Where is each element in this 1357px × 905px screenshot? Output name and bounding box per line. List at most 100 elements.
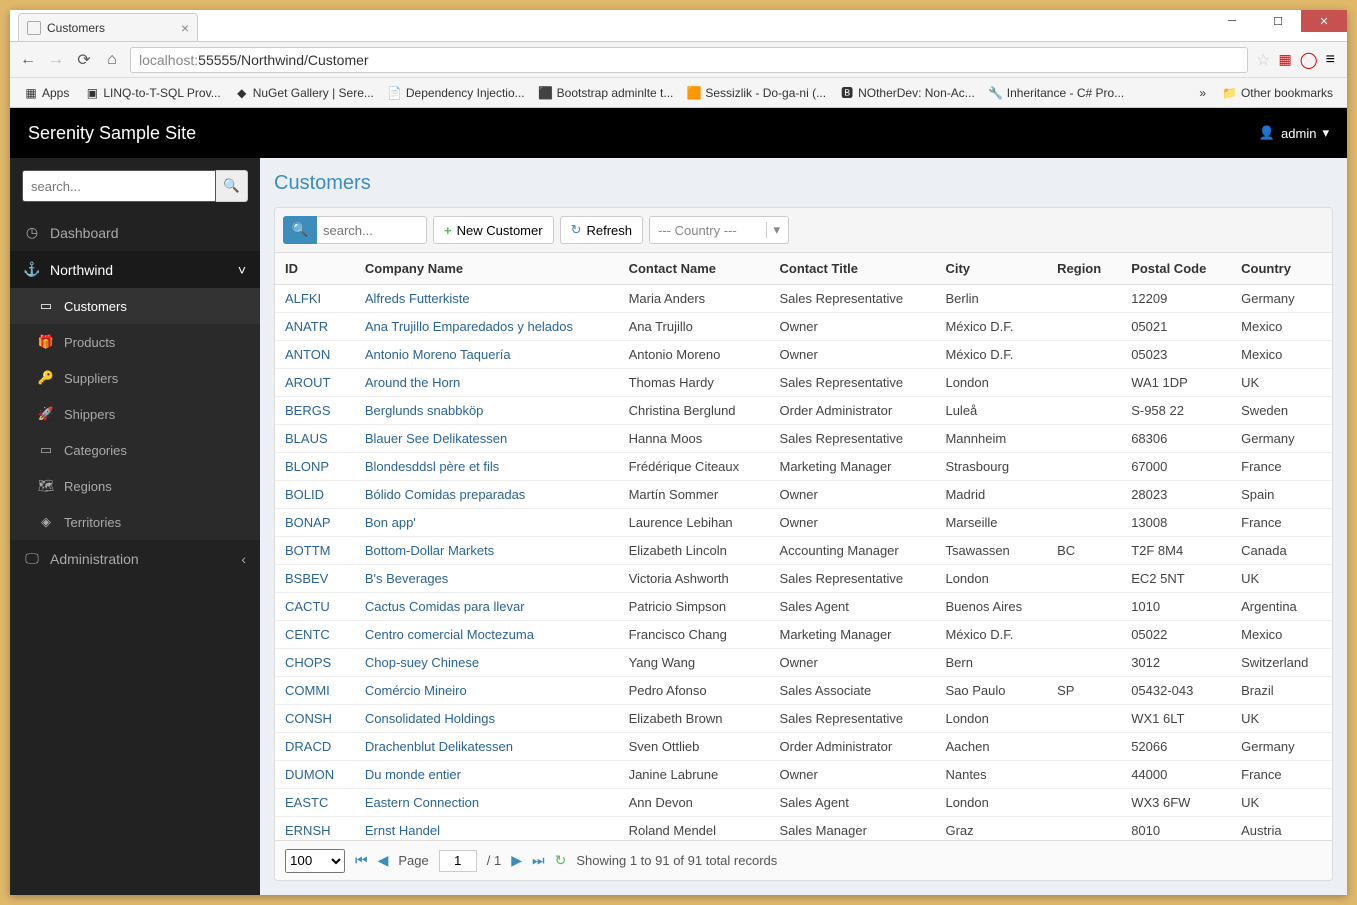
grid-search-button[interactable]: 🔍: [283, 216, 317, 244]
sidebar-item-categories[interactable]: ▭Categories: [10, 432, 260, 468]
table-row[interactable]: BLONPBlondesddsl père et filsFrédérique …: [275, 453, 1332, 481]
table-row[interactable]: COMMIComércio MineiroPedro AfonsoSales A…: [275, 677, 1332, 705]
sidebar-item-shippers[interactable]: 🚀Shippers: [10, 396, 260, 432]
table-cell[interactable]: Comércio Mineiro: [355, 677, 619, 705]
table-cell[interactable]: Chop-suey Chinese: [355, 649, 619, 677]
sidebar-item-territories[interactable]: ◈Territories: [10, 504, 260, 540]
table-row[interactable]: DRACDDrachenblut DelikatessenSven Ottlie…: [275, 733, 1332, 761]
grid-search-input[interactable]: [317, 216, 427, 244]
sidebar-item-suppliers[interactable]: 🔑Suppliers: [10, 360, 260, 396]
home-button[interactable]: ⌂: [102, 50, 122, 70]
column-header[interactable]: Contact Name: [619, 253, 770, 285]
table-cell[interactable]: Ana Trujillo Emparedados y helados: [355, 313, 619, 341]
table-cell[interactable]: B's Beverages: [355, 565, 619, 593]
address-bar[interactable]: localhost:55555/Northwind/Customer: [130, 47, 1248, 73]
table-row[interactable]: BOLIDBólido Comidas preparadasMartín Som…: [275, 481, 1332, 509]
table-cell[interactable]: Alfreds Futterkiste: [355, 285, 619, 313]
bookmark-item[interactable]: ⬛Bootstrap adminlte t...: [533, 84, 680, 102]
bookmark-item[interactable]: ◆NuGet Gallery | Sere...: [229, 84, 380, 102]
table-cell[interactable]: CACTU: [275, 593, 355, 621]
forward-button[interactable]: →: [46, 50, 66, 70]
user-menu[interactable]: 👤 admin ▾: [1259, 125, 1329, 141]
sidebar-search-input[interactable]: [22, 170, 216, 202]
table-row[interactable]: BERGSBerglunds snabbköpChristina Berglun…: [275, 397, 1332, 425]
table-cell[interactable]: BOTTM: [275, 537, 355, 565]
column-header[interactable]: Country: [1231, 253, 1332, 285]
page-size-select[interactable]: 100: [285, 849, 345, 873]
pager-prev[interactable]: ◀: [378, 852, 389, 869]
table-row[interactable]: ALFKIAlfreds FutterkisteMaria AndersSale…: [275, 285, 1332, 313]
table-row[interactable]: AROUTAround the HornThomas HardySales Re…: [275, 369, 1332, 397]
table-cell[interactable]: Bólido Comidas preparadas: [355, 481, 619, 509]
window-minimize-button[interactable]: ─: [1209, 10, 1255, 32]
table-cell[interactable]: ANTON: [275, 341, 355, 369]
sidebar-item-customers[interactable]: ▭Customers: [10, 288, 260, 324]
table-cell[interactable]: Blondesddsl père et fils: [355, 453, 619, 481]
table-row[interactable]: CONSHConsolidated HoldingsElizabeth Brow…: [275, 705, 1332, 733]
table-cell[interactable]: BLAUS: [275, 425, 355, 453]
table-row[interactable]: BLAUSBlauer See DelikatessenHanna MoosSa…: [275, 425, 1332, 453]
column-header[interactable]: Region: [1047, 253, 1121, 285]
bookmarks-overflow[interactable]: »: [1199, 86, 1206, 100]
sidebar-item-products[interactable]: 🎁Products: [10, 324, 260, 360]
table-cell[interactable]: BOLID: [275, 481, 355, 509]
table-cell[interactable]: CONSH: [275, 705, 355, 733]
new-customer-button[interactable]: + New Customer: [433, 216, 554, 244]
back-button[interactable]: ←: [18, 50, 38, 70]
adblock-icon[interactable]: ◯: [1300, 50, 1318, 70]
table-row[interactable]: ANATRAna Trujillo Emparedados y heladosA…: [275, 313, 1332, 341]
table-cell[interactable]: ALFKI: [275, 285, 355, 313]
table-cell[interactable]: DRACD: [275, 733, 355, 761]
column-header[interactable]: ID: [275, 253, 355, 285]
table-cell[interactable]: BONAP: [275, 509, 355, 537]
table-cell[interactable]: Blauer See Delikatessen: [355, 425, 619, 453]
bookmark-item[interactable]: 📄Dependency Injectio...: [382, 84, 531, 102]
sidebar-section-administration[interactable]: 🖵 Administration ‹: [10, 540, 260, 577]
table-row[interactable]: BOTTMBottom-Dollar MarketsElizabeth Linc…: [275, 537, 1332, 565]
table-row[interactable]: ANTONAntonio Moreno TaqueríaAntonio More…: [275, 341, 1332, 369]
pager-last[interactable]: ⏭: [532, 852, 545, 869]
table-row[interactable]: BONAPBon app'Laurence LebihanOwnerMarsei…: [275, 509, 1332, 537]
table-cell[interactable]: DUMON: [275, 761, 355, 789]
grid-scroll[interactable]: IDCompany NameContact NameContact TitleC…: [275, 253, 1332, 840]
table-cell[interactable]: Centro comercial Moctezuma: [355, 621, 619, 649]
table-cell[interactable]: Eastern Connection: [355, 789, 619, 817]
table-row[interactable]: BSBEVB's BeveragesVictoria AshworthSales…: [275, 565, 1332, 593]
pager-page-input[interactable]: [439, 850, 477, 872]
other-bookmarks[interactable]: 📁 Other bookmarks: [1216, 84, 1339, 102]
browser-tab[interactable]: Customers ×: [18, 13, 198, 41]
table-cell[interactable]: Around the Horn: [355, 369, 619, 397]
table-cell[interactable]: Consolidated Holdings: [355, 705, 619, 733]
pager-refresh[interactable]: ↻: [555, 852, 567, 869]
table-row[interactable]: DUMONDu monde entierJanine LabruneOwnerN…: [275, 761, 1332, 789]
table-cell[interactable]: BSBEV: [275, 565, 355, 593]
table-row[interactable]: CACTUCactus Comidas para llevarPatricio …: [275, 593, 1332, 621]
column-header[interactable]: Contact Title: [770, 253, 936, 285]
sidebar-section-northwind[interactable]: ⚓ Northwind ˅: [10, 251, 260, 288]
table-cell[interactable]: Du monde entier: [355, 761, 619, 789]
reload-button[interactable]: ⟳: [74, 50, 94, 70]
pager-first[interactable]: ⏮: [355, 852, 368, 869]
table-cell[interactable]: COMMI: [275, 677, 355, 705]
table-cell[interactable]: CENTC: [275, 621, 355, 649]
table-cell[interactable]: EASTC: [275, 789, 355, 817]
table-cell[interactable]: ERNSH: [275, 817, 355, 841]
table-cell[interactable]: Ernst Handel: [355, 817, 619, 841]
table-row[interactable]: CENTCCentro comercial MoctezumaFrancisco…: [275, 621, 1332, 649]
country-filter[interactable]: --- Country --- ▾: [649, 216, 789, 244]
table-cell[interactable]: CHOPS: [275, 649, 355, 677]
table-row[interactable]: EASTCEastern ConnectionAnn DevonSales Ag…: [275, 789, 1332, 817]
refresh-button[interactable]: ↻ Refresh: [560, 216, 643, 244]
table-cell[interactable]: Bottom-Dollar Markets: [355, 537, 619, 565]
menu-icon[interactable]: ≡: [1326, 51, 1335, 69]
extension-icon[interactable]: ▦: [1279, 51, 1292, 68]
column-header[interactable]: City: [935, 253, 1047, 285]
window-close-button[interactable]: ✕: [1301, 10, 1347, 32]
table-cell[interactable]: Antonio Moreno Taquería: [355, 341, 619, 369]
bookmark-item[interactable]: ▣LINQ-to-T-SQL Prov...: [79, 84, 226, 102]
sidebar-search-button[interactable]: 🔍: [216, 170, 248, 202]
window-maximize-button[interactable]: ☐: [1255, 10, 1301, 32]
table-cell[interactable]: BLONP: [275, 453, 355, 481]
star-icon[interactable]: ☆: [1256, 50, 1270, 70]
table-cell[interactable]: ANATR: [275, 313, 355, 341]
